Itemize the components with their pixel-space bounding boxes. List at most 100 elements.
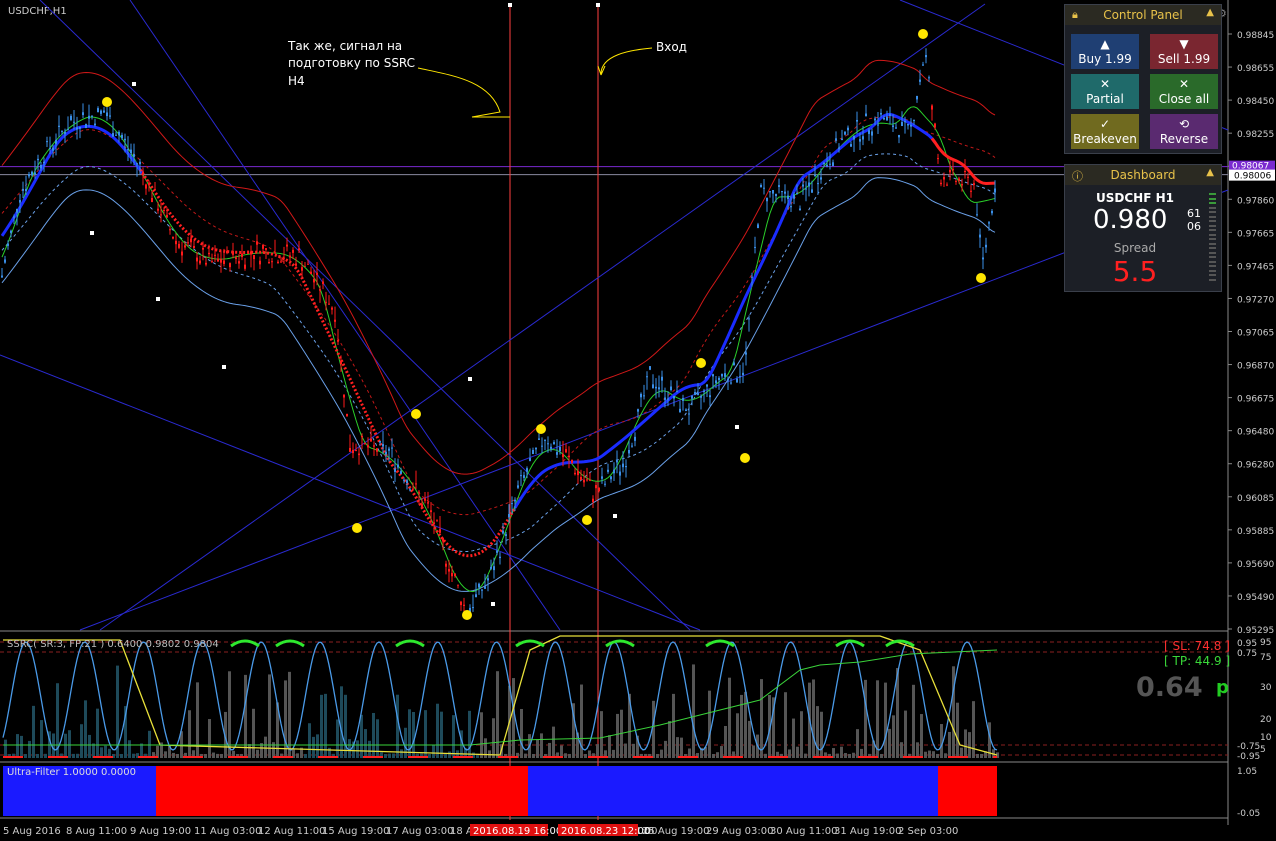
vertical-marker-handle <box>596 3 600 7</box>
filter-axis-label: 1.05 <box>1237 767 1257 777</box>
candle-body <box>106 112 108 117</box>
partial-button[interactable]: ✕ Partial <box>1071 74 1139 109</box>
ssrc-histogram-bar <box>612 749 615 758</box>
candle-body <box>34 172 36 175</box>
ssrc-histogram-bar <box>888 728 891 758</box>
candle-body <box>256 241 258 245</box>
candle-body <box>973 183 975 185</box>
ssrc-histogram-bar <box>712 753 715 758</box>
ssrc-histogram-bar <box>308 723 311 758</box>
candle-body <box>43 161 45 164</box>
candle-body <box>952 169 954 171</box>
candle-body <box>232 251 234 255</box>
ssrc-histogram-bar <box>788 749 791 758</box>
candle-body <box>355 450 357 452</box>
ssrc-histogram-bar <box>976 753 979 758</box>
candle-body <box>58 125 60 127</box>
candle-body <box>208 252 210 255</box>
candle-body <box>781 191 783 193</box>
buy-button[interactable]: ▲ Buy 1.99 <box>1071 34 1139 69</box>
candle-body <box>217 258 219 262</box>
filter-title: Ultra-Filter 1.0000 0.0000 <box>7 767 136 778</box>
price-tick-label: 0.95295 <box>1237 626 1274 636</box>
candle-body <box>427 502 429 504</box>
ssrc-axis-label-right: 10 <box>1260 733 1272 743</box>
candle-body <box>736 378 738 383</box>
candle-body <box>664 397 666 400</box>
candle-body <box>319 289 321 291</box>
candle-body <box>187 242 189 244</box>
candle-body <box>190 238 192 243</box>
candle-body <box>946 184 948 186</box>
ssrc-histogram-bar <box>164 751 167 758</box>
ssrc-histogram-bar <box>568 753 571 758</box>
price-tick-label: 0.98845 <box>1237 31 1274 41</box>
signal-dot <box>411 409 421 419</box>
ssrc-histogram-bar <box>956 702 959 758</box>
candle-body <box>412 488 414 490</box>
slow-ma-blue <box>513 112 937 509</box>
candle-body <box>364 442 366 445</box>
ssrc-histogram-bar <box>812 679 815 758</box>
ssrc-histogram-bar <box>376 719 379 758</box>
close-all-button[interactable]: ✕ Close all <box>1150 74 1218 109</box>
sell-button[interactable]: ▼ Sell 1.99 <box>1150 34 1218 69</box>
ssrc-histogram-bar <box>752 745 755 758</box>
candle-body <box>625 466 627 468</box>
ssrc-histogram-bar <box>88 734 91 758</box>
ssrc-histogram-bar <box>264 736 267 758</box>
candle-body <box>310 271 312 275</box>
ssrc-histogram-bar <box>384 754 387 758</box>
candle-body <box>964 170 966 172</box>
control-panel-header[interactable]: 🔒︎ Control Panel ▲ <box>1065 5 1221 25</box>
candle-body <box>376 448 378 452</box>
annotation-arrow-1 <box>417 67 510 118</box>
breakeven-button[interactable]: ✓ Breakeven <box>1071 114 1139 149</box>
candle-body <box>421 504 423 508</box>
ssrc-histogram-bar <box>388 753 391 758</box>
candle-body <box>844 131 846 135</box>
candle-body <box>619 471 621 476</box>
mid-upper-band <box>1 116 996 516</box>
candle-body <box>556 452 558 455</box>
collapse-icon[interactable]: ▲ <box>1206 167 1214 178</box>
candle-body <box>142 171 144 174</box>
ssrc-histogram-bar <box>948 731 951 758</box>
candle-body <box>763 187 765 189</box>
candle-body <box>598 487 600 492</box>
candle-body <box>475 594 477 598</box>
candle-body <box>25 188 27 192</box>
candle-body <box>613 469 615 474</box>
collapse-icon[interactable]: ▲ <box>1206 7 1214 18</box>
dashboard-header[interactable]: ⓘ Dashboard ▲ <box>1065 165 1221 185</box>
outer-upper-band <box>1 59 996 475</box>
time-tick-label: 25 Aug 19:00 <box>642 826 709 837</box>
candle-body <box>49 147 51 149</box>
candle-body <box>298 248 300 251</box>
candle-body <box>433 522 435 525</box>
candle-body <box>283 257 285 259</box>
candle-body <box>985 244 987 248</box>
candle-body <box>604 483 606 485</box>
candle-body <box>313 278 315 283</box>
ssrc-histogram-bar <box>852 752 855 758</box>
candle-body <box>784 191 786 194</box>
ssrc-histogram-bar <box>964 729 967 758</box>
candle-body <box>169 229 171 231</box>
candle-body <box>610 476 612 480</box>
ssrc-histogram-bar <box>312 736 315 758</box>
candle-body <box>289 255 291 258</box>
candle-body <box>181 251 183 256</box>
ssrc-histogram-bar <box>724 725 727 758</box>
dashboard-panel: ⓘ Dashboard ▲ USDCHF H1 0.980 61 06 Spre… <box>1064 164 1222 292</box>
candle-body <box>970 190 972 192</box>
candle-body <box>259 260 261 265</box>
check-icon: ✓ <box>1099 117 1111 131</box>
reverse-button[interactable]: ⟲ Reverse <box>1150 114 1218 149</box>
candle-body <box>124 138 126 141</box>
candle-body <box>751 276 753 278</box>
candle-body <box>82 112 84 116</box>
candle-body <box>37 158 39 161</box>
ssrc-histogram-bar <box>804 753 807 758</box>
ssrc-histogram-bar <box>448 751 451 758</box>
